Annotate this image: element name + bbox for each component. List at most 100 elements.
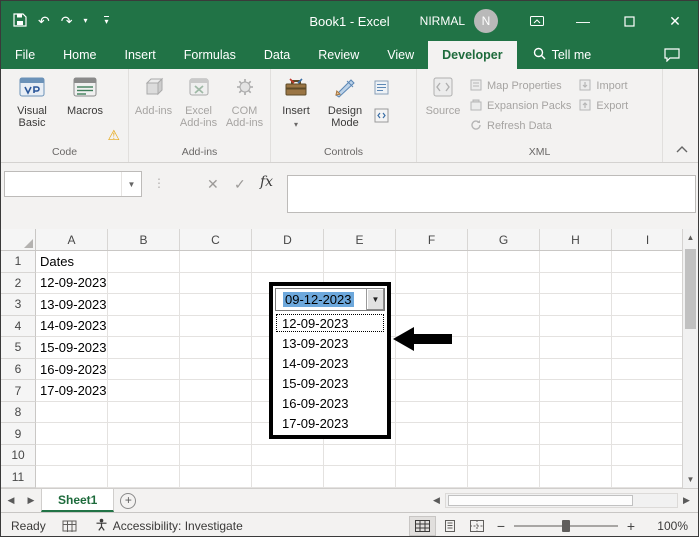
tab-view[interactable]: View	[373, 41, 428, 69]
cell-col-h[interactable]	[540, 401, 612, 424]
row-header[interactable]: 7	[1, 380, 36, 402]
minimize-button[interactable]: —	[560, 1, 606, 41]
column-header[interactable]: C	[180, 229, 252, 250]
map-properties-button[interactable]: Map Properties	[470, 79, 571, 93]
cell-col-h[interactable]	[540, 272, 612, 295]
cell-col-d[interactable]	[252, 466, 324, 489]
combobox-field[interactable]: 09-12-2023 ▼	[275, 288, 385, 311]
cell-col-f[interactable]	[396, 466, 468, 489]
cell-col-a[interactable]: 17-09-2023	[36, 380, 108, 402]
redo-dropdown-icon[interactable]: ▾	[83, 17, 87, 25]
combobox-list-item[interactable]: 13-09-2023	[275, 333, 385, 353]
cell-col-i[interactable]	[612, 466, 684, 489]
cell-col-f[interactable]	[396, 251, 468, 273]
cell-col-e[interactable]	[324, 466, 396, 489]
combobox-list-item[interactable]: 12-09-2023	[275, 313, 385, 333]
cell-col-e[interactable]	[324, 444, 396, 467]
zoom-slider[interactable]	[514, 519, 618, 533]
column-header[interactable]: E	[324, 229, 396, 250]
combobox-dropdown-icon[interactable]: ▼	[366, 289, 384, 310]
column-header[interactable]: D	[252, 229, 324, 250]
tab-formulas[interactable]: Formulas	[170, 41, 250, 69]
cell-col-b[interactable]	[108, 380, 180, 402]
cell-col-a[interactable]: 14-09-2023	[36, 315, 108, 338]
name-box[interactable]: ▼	[4, 171, 142, 197]
avatar[interactable]: N	[474, 9, 498, 33]
cell-col-f[interactable]	[396, 272, 468, 295]
cell-col-b[interactable]	[108, 358, 180, 381]
cell-col-b[interactable]	[108, 251, 180, 273]
macros-button[interactable]: Macros	[60, 72, 110, 145]
export-button[interactable]: Export	[579, 99, 628, 113]
tab-data[interactable]: Data	[250, 41, 304, 69]
cell-col-b[interactable]	[108, 315, 180, 338]
cell-col-g[interactable]	[468, 251, 540, 273]
cell-col-g[interactable]	[468, 294, 540, 316]
horizontal-scroll-track[interactable]	[445, 493, 678, 508]
cell-col-i[interactable]	[612, 423, 684, 445]
view-code-icon[interactable]	[374, 108, 389, 128]
column-header[interactable]: G	[468, 229, 540, 250]
column-header[interactable]: A	[36, 229, 108, 250]
cell-col-g[interactable]	[468, 358, 540, 381]
scroll-down-icon[interactable]: ▼	[683, 471, 698, 488]
tab-home[interactable]: Home	[49, 41, 110, 69]
cell-col-i[interactable]	[612, 358, 684, 381]
source-button[interactable]: Source	[420, 72, 466, 145]
cell-col-i[interactable]	[612, 251, 684, 273]
vertical-scrollbar[interactable]: ▲ ▼	[682, 229, 698, 488]
normal-view-icon[interactable]	[409, 515, 436, 536]
cell-col-a[interactable]: Dates	[36, 251, 108, 273]
sheet-tab-sheet1[interactable]: Sheet1	[41, 489, 115, 512]
page-layout-view-icon[interactable]	[436, 516, 463, 536]
page-break-view-icon[interactable]	[463, 516, 490, 536]
tab-review[interactable]: Review	[304, 41, 373, 69]
cell-col-c[interactable]	[180, 294, 252, 316]
macro-security-warning-icon[interactable]: ⚠	[107, 127, 120, 144]
column-header[interactable]: I	[612, 229, 684, 250]
row-header[interactable]: 9	[1, 423, 36, 445]
tab-file[interactable]: File	[1, 41, 49, 69]
cancel-formula-icon[interactable]: ✕	[207, 176, 219, 193]
row-header[interactable]: 1	[1, 251, 36, 273]
combobox-list-item[interactable]: 14-09-2023	[275, 353, 385, 373]
tab-insert[interactable]: Insert	[111, 41, 170, 69]
cell-col-i[interactable]	[612, 380, 684, 402]
cell-col-c[interactable]	[180, 358, 252, 381]
cell-col-f[interactable]	[396, 423, 468, 445]
properties-icon[interactable]	[374, 80, 389, 100]
cell-col-c[interactable]	[180, 337, 252, 359]
expansion-packs-button[interactable]: Expansion Packs	[470, 99, 571, 113]
cell-col-g[interactable]	[468, 315, 540, 338]
cell-col-g[interactable]	[468, 401, 540, 424]
cell-col-b[interactable]	[108, 401, 180, 424]
cell-col-g[interactable]	[468, 466, 540, 489]
column-header[interactable]: H	[540, 229, 612, 250]
cell-col-b[interactable]	[108, 466, 180, 489]
collapse-ribbon-icon[interactable]	[676, 140, 688, 158]
tab-developer[interactable]: Developer	[428, 41, 517, 69]
cell-col-c[interactable]	[180, 401, 252, 424]
enter-formula-icon[interactable]: ✓	[234, 176, 246, 193]
horizontal-scrollbar[interactable]: ◀ ▶	[428, 489, 698, 512]
accessibility-status[interactable]: Accessibility: Investigate	[95, 518, 243, 534]
row-header[interactable]: 5	[1, 337, 36, 359]
excel-addins-button[interactable]: Excel Add-ins	[175, 72, 222, 145]
scroll-left-icon[interactable]: ◀	[428, 495, 445, 506]
select-all-corner[interactable]	[1, 229, 36, 250]
macro-record-icon[interactable]	[62, 520, 77, 532]
cell-col-a[interactable]: 16-09-2023	[36, 358, 108, 381]
cell-col-c[interactable]	[180, 315, 252, 338]
cell-col-a[interactable]: 12-09-2023	[36, 272, 108, 295]
cell-col-i[interactable]	[612, 444, 684, 467]
cell-col-f[interactable]	[396, 358, 468, 381]
zoom-out-button[interactable]: −	[490, 518, 512, 534]
cell-col-g[interactable]	[468, 272, 540, 295]
cell-col-a[interactable]: 13-09-2023	[36, 294, 108, 316]
cell-col-h[interactable]	[540, 380, 612, 402]
vertical-scroll-thumb[interactable]	[685, 249, 696, 329]
cell-col-a[interactable]	[36, 401, 108, 424]
cell-col-f[interactable]	[396, 380, 468, 402]
cell-col-h[interactable]	[540, 251, 612, 273]
zoom-in-button[interactable]: +	[620, 518, 642, 534]
